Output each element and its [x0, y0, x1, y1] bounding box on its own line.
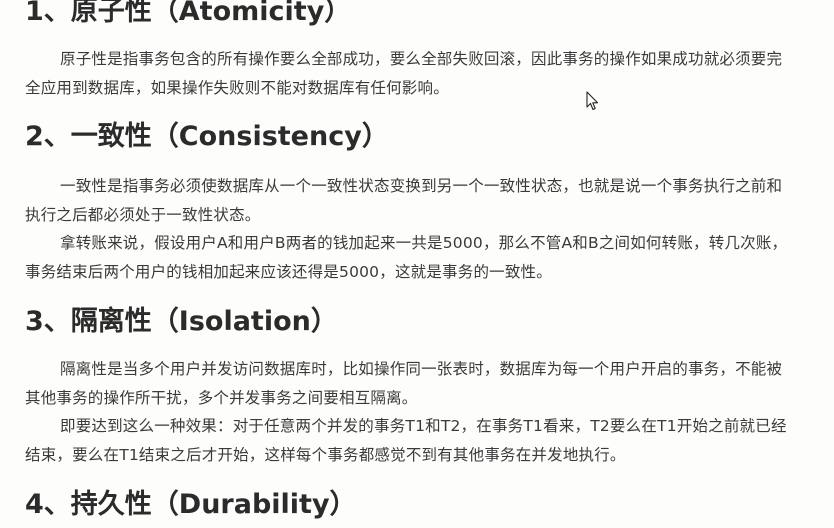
mouse-pointer-icon [586, 91, 599, 111]
paragraph-consistency-definition: 一致性是指事务必须使数据库从一个一致性状态变换到另一个一致性状态，也就是说一个事… [25, 177, 783, 224]
paragraph-consistency-example: 拿转账来说，假设用户A和用户B两者的钱加起来一共是5000，那么不管A和B之间如… [25, 234, 788, 281]
section-heading-atomicity: 1、原子性（Atomicity） [25, 0, 352, 27]
article-content: 1、原子性（Atomicity） 原子性是指事务包含的所有操作要么全部成功，要么… [0, 0, 834, 528]
paragraph-isolation-definition: 隔离性是当多个用户并发访问数据库时，比如操作同一张表时，数据库为每一个用户开启的… [25, 360, 783, 407]
section-heading-isolation: 3、隔离性（Isolation） [25, 306, 338, 337]
paragraph-isolation-example: 即要达到这么一种效果：对于任意两个并发的事务T1和T2，在事务T1看来，T2要么… [25, 417, 787, 464]
section-heading-durability: 4、持久性（Durability） [25, 489, 357, 520]
section-heading-consistency: 2、一致性（Consistency） [25, 121, 389, 152]
paragraph-atomicity-definition: 原子性是指事务包含的所有操作要么全部成功，要么全部失败回滚，因此事务的操作如果成… [25, 50, 783, 97]
